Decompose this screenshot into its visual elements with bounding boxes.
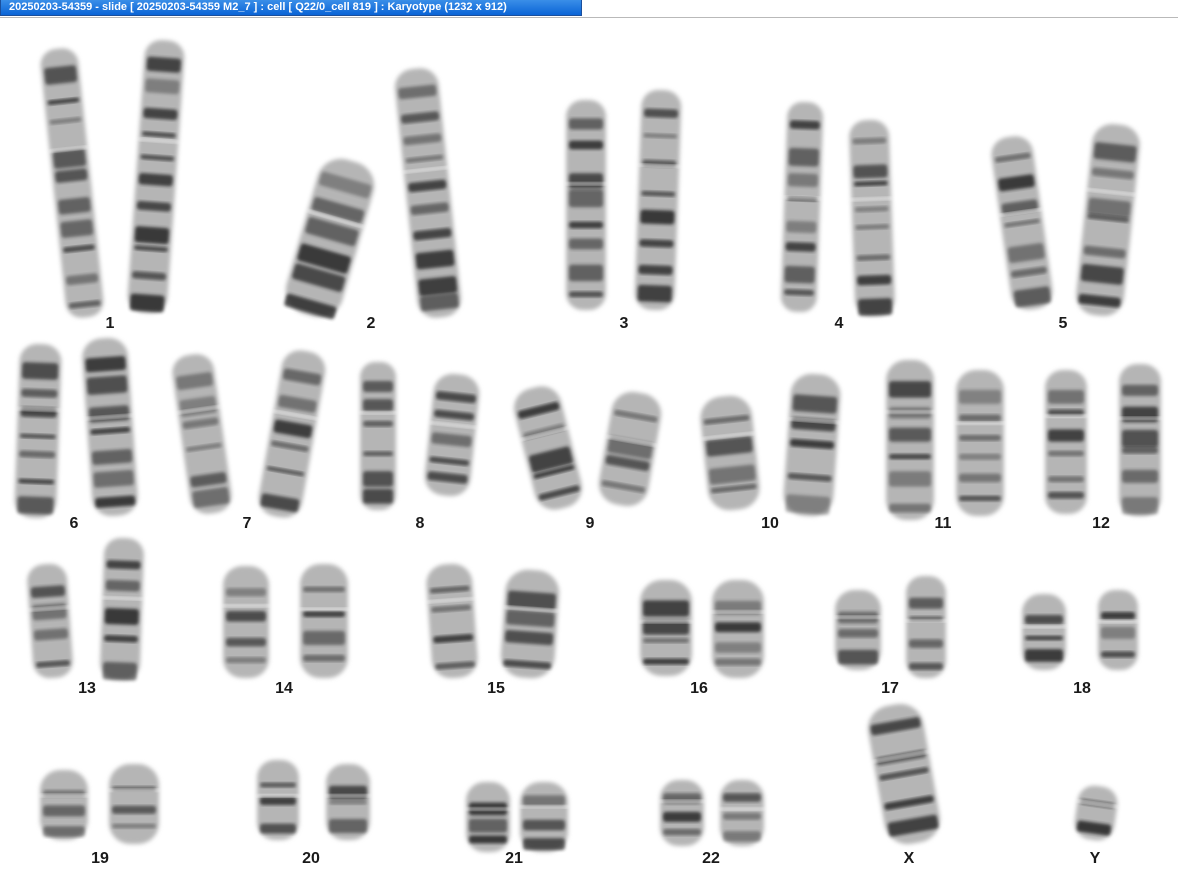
chromosome-11-homolog-2[interactable] <box>955 370 1005 516</box>
chromosome-13-homolog-1[interactable] <box>25 563 75 680</box>
chromosome-label-1: 1 <box>105 315 115 332</box>
chromosome-19-homolog-2[interactable] <box>108 764 160 844</box>
chromosome-18-homolog-2[interactable] <box>1097 590 1139 670</box>
chromosome-8-homolog-2[interactable] <box>422 372 482 498</box>
chromosome-13[interactable] <box>25 537 146 681</box>
chromosome-1-homolog-1[interactable] <box>38 47 106 320</box>
chromosome-22-homolog-2[interactable] <box>719 780 765 846</box>
chromosome-10-homolog-2[interactable] <box>781 372 843 517</box>
chromosome-label-12: 12 <box>1092 515 1110 532</box>
karyogram-canvas[interactable]: 1 2 3 4 5 6 7 8 9 10 11 12 13 14 15 16 17 18 19 20 21 22 X Y <box>0 18 1178 890</box>
chromosome-label-6: 6 <box>69 515 79 532</box>
chromosome-label-18: 18 <box>1073 680 1091 697</box>
chromosome-2-homolog-2[interactable] <box>392 66 464 319</box>
chromosome-label-16: 16 <box>690 680 708 697</box>
chromosome-label-3: 3 <box>619 315 629 332</box>
chromosome-label-9: 9 <box>585 515 595 532</box>
chromosome-14-homolog-2[interactable] <box>299 564 349 678</box>
chromosome-label-y: Y <box>1089 850 1101 867</box>
chromosome-label-22: 22 <box>702 850 720 867</box>
chromosome-8[interactable] <box>359 362 482 510</box>
chromosome-11[interactable] <box>885 360 1005 520</box>
chromosome-y[interactable] <box>1071 783 1120 842</box>
chromosome-18-homolog-1[interactable] <box>1021 594 1067 670</box>
chromosome-1[interactable] <box>38 39 186 319</box>
chromosome-x-homolog-1[interactable] <box>863 700 944 848</box>
chromosome-6-homolog-2[interactable] <box>80 337 140 518</box>
chromosome-7-homolog-2[interactable] <box>255 347 329 520</box>
chromosome-9[interactable] <box>509 382 666 514</box>
chromosome-x[interactable] <box>863 700 944 848</box>
chromosome-15-homolog-2[interactable] <box>498 568 561 680</box>
chromosome-19-homolog-1[interactable] <box>39 770 89 840</box>
chromosome-12-homolog-1[interactable] <box>1044 370 1088 514</box>
chromosome-6[interactable] <box>13 337 140 519</box>
chromosome-14[interactable] <box>222 564 349 678</box>
chromosome-label-21: 21 <box>505 850 523 867</box>
chromosome-16[interactable] <box>639 580 765 678</box>
chromosome-5-homolog-2[interactable] <box>1073 122 1143 318</box>
chromosome-7[interactable] <box>169 347 329 520</box>
chromosome-3-homolog-1[interactable] <box>565 100 607 310</box>
chromosome-21-homolog-1[interactable] <box>465 782 511 852</box>
chromosome-5-homolog-1[interactable] <box>988 134 1056 312</box>
chromosome-3-homolog-2[interactable] <box>633 89 683 311</box>
title-bar: 20250203-54359 - slide [ 20250203-54359 … <box>0 0 1178 18</box>
chromosome-label-x: X <box>903 850 915 867</box>
chromosome-18[interactable] <box>1021 590 1139 670</box>
chromosome-12-homolog-2[interactable] <box>1118 364 1162 516</box>
chromosome-4[interactable] <box>779 101 897 317</box>
chromosome-20[interactable] <box>256 760 371 840</box>
chromosome-8-homolog-1[interactable] <box>359 362 397 510</box>
chromosome-17-homolog-1[interactable] <box>834 590 882 670</box>
chromosome-5[interactable] <box>988 122 1143 318</box>
chromosome-21[interactable] <box>465 782 569 852</box>
chromosome-label-11: 11 <box>934 515 952 532</box>
chromosome-10[interactable] <box>697 372 843 517</box>
chromosome-label-2: 2 <box>366 315 376 332</box>
chromosome-11-homolog-1[interactable] <box>885 360 935 520</box>
chromosome-label-4: 4 <box>834 315 844 332</box>
chromosome-4-homolog-2[interactable] <box>848 119 897 317</box>
chromosome-16-homolog-2[interactable] <box>711 580 765 678</box>
chromosome-label-19: 19 <box>91 850 109 867</box>
chromosome-label-8: 8 <box>415 515 425 532</box>
chromosome-17[interactable] <box>834 576 947 678</box>
karyogram-image <box>13 39 1162 852</box>
chromosome-1-homolog-2[interactable] <box>126 39 187 314</box>
window-title-tab[interactable]: 20250203-54359 - slide [ 20250203-54359 … <box>0 0 582 16</box>
chromosome-15-homolog-1[interactable] <box>424 562 480 679</box>
chromosome-10-homolog-1[interactable] <box>697 393 763 512</box>
chromosome-21-homolog-2[interactable] <box>519 782 569 852</box>
chromosome-14-homolog-1[interactable] <box>222 566 270 678</box>
chromosome-label-13: 13 <box>78 680 96 697</box>
chromosome-17-homolog-2[interactable] <box>905 576 947 678</box>
chromosome-3[interactable] <box>565 89 683 311</box>
chromosome-13-homolog-2[interactable] <box>99 537 146 681</box>
chromosome-16-homolog-1[interactable] <box>639 580 693 676</box>
chromosome-9-homolog-2[interactable] <box>594 388 665 509</box>
chromosome-7-homolog-1[interactable] <box>169 352 235 517</box>
chromosome-4-homolog-1[interactable] <box>779 101 824 313</box>
chromosome-15[interactable] <box>424 562 562 679</box>
chromosome-y-homolog-1[interactable] <box>1071 783 1120 842</box>
chromosome-9-homolog-1[interactable] <box>509 382 588 514</box>
chromosome-2-homolog-1[interactable] <box>279 153 381 323</box>
chromosome-label-5: 5 <box>1058 315 1068 332</box>
chromosome-label-20: 20 <box>302 850 320 867</box>
chromosome-2[interactable] <box>279 66 464 323</box>
chromosome-6-homolog-1[interactable] <box>13 343 63 519</box>
chromosome-label-15: 15 <box>487 680 505 697</box>
chromosome-label-14: 14 <box>275 680 293 697</box>
chromosome-19[interactable] <box>39 764 160 844</box>
chromosome-22[interactable] <box>659 780 765 846</box>
karyotype-window: 20250203-54359 - slide [ 20250203-54359 … <box>0 0 1178 890</box>
chromosome-label-10: 10 <box>761 515 779 532</box>
chromosome-22-homolog-1[interactable] <box>659 780 705 846</box>
chromosome-label-7: 7 <box>242 515 252 532</box>
chromosome-20-homolog-2[interactable] <box>325 764 371 840</box>
chromosome-12[interactable] <box>1044 364 1162 516</box>
chromosome-label-17: 17 <box>881 680 899 697</box>
chromosome-20-homolog-1[interactable] <box>256 760 300 840</box>
